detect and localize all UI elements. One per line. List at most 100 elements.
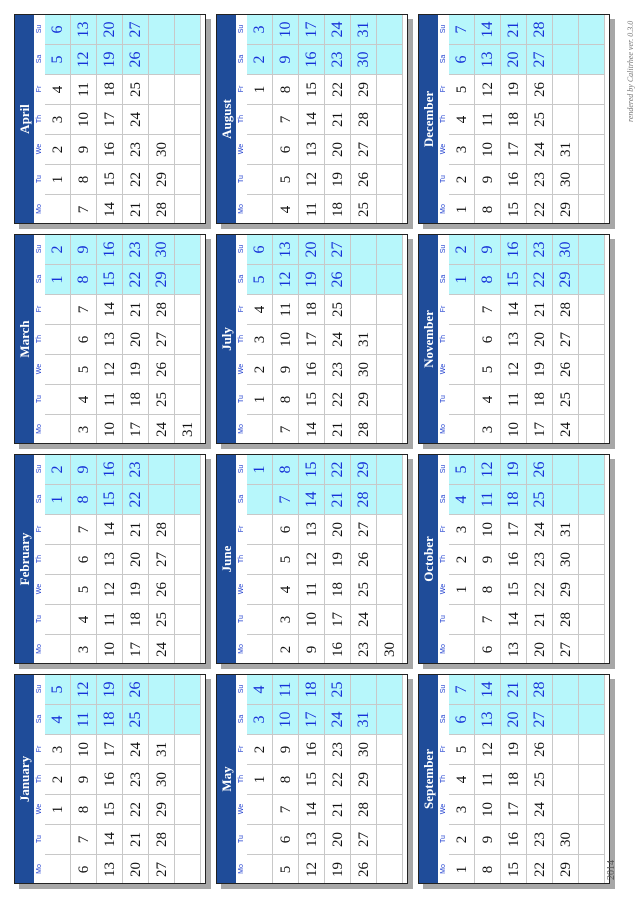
day-cell: 3 [247,324,273,354]
day-cell: 8 [475,854,501,883]
day-cell: 19 [325,854,351,883]
day-cell: 31 [175,414,201,443]
day-cell: 30 [553,544,579,574]
month-april: April Mo Tu We Th Fr Sa Su 1 2 3 4 5 6 7 8 9 10 11 12 13 14 15… [14,14,211,229]
day-cell: 10 [501,414,527,443]
weekend-day-cell: 23 [123,235,149,264]
day-cell: 16 [501,164,527,194]
day-cell: 15 [299,74,325,104]
day-cell: 4 [449,764,475,794]
weekday-label: Su [438,675,449,704]
weekday-label: Th [34,764,45,794]
day-cell: 11 [299,574,325,604]
month-title: November [419,235,438,443]
day-cell: 7 [71,824,97,854]
day-cell: 3 [449,514,475,544]
weekend-day-cell: 29 [149,264,175,294]
month-december: December Mo Tu We Th Fr Sa Su 1 2 3 4 5 6 7 8 9 10 11 12 13 1… [418,14,615,229]
day-cell: 4 [273,194,299,223]
weekday-label: Sa [236,44,247,74]
day-cell: 4 [273,574,299,604]
weekend-day-cell: 1 [45,264,71,294]
day-cell: 28 [351,104,377,134]
weekend-day-cell: 26 [325,264,351,294]
day-cell [377,134,403,164]
day-cell: 7 [273,414,299,443]
day-cell [45,384,71,414]
weekend-day-cell: 27 [527,44,553,74]
day-cell [449,384,475,414]
month-may: May Mo Tu We Th Fr Sa Su 1 2 3 4 5 6 7 8 9 10 11 12 13 14 15 16… [216,674,413,889]
day-cell [45,294,71,324]
day-cell: 14 [501,294,527,324]
day-cell: 17 [501,514,527,544]
day-cell: 11 [299,194,325,223]
weekend-day-cell [579,44,605,74]
day-cell [45,824,71,854]
weekday-label: Sa [438,704,449,734]
day-cell: 19 [325,164,351,194]
day-cell: 9 [475,164,501,194]
day-cell: 29 [553,854,579,883]
weekend-day-cell: 9 [71,235,97,264]
day-cell: 30 [553,824,579,854]
weekend-day-cell [149,15,175,44]
weekend-day-cell: 15 [299,455,325,484]
day-cell [175,384,201,414]
weekend-day-cell [247,484,273,514]
day-cell: 7 [273,104,299,134]
weekend-day-cell [175,235,201,264]
day-cell: 26 [527,74,553,104]
day-cell: 5 [273,164,299,194]
month-title: October [419,455,438,663]
day-cell: 8 [71,164,97,194]
day-cell: 6 [273,514,299,544]
month-card: March Mo Tu We Th Fr Sa Su 1 2 3 4 5 6 7 8 9 10 11 12 13 14 15… [14,234,206,444]
weekend-day-cell: 28 [527,675,553,704]
day-cell [247,634,273,663]
weekend-day-cell: 6 [449,44,475,74]
weekend-day-cell: 13 [475,704,501,734]
month-june: June Mo Tu We Th Fr Sa Su 1 2 3 4 5 6 7 8 9 10 11 12 13 14 15 1… [216,454,413,669]
day-cell: 16 [299,734,325,764]
day-cell [579,634,605,663]
weekend-day-cell: 15 [501,264,527,294]
weekend-day-cell: 2 [45,235,71,264]
day-cell: 8 [475,194,501,223]
day-cell: 11 [475,764,501,794]
day-cell: 18 [527,384,553,414]
day-cell: 22 [527,574,553,604]
weekend-day-cell: 20 [501,44,527,74]
day-cell: 11 [97,384,123,414]
day-cell [377,574,403,604]
month-card: May Mo Tu We Th Fr Sa Su 1 2 3 4 5 6 7 8 9 10 11 12 13 14 15 16… [216,674,408,884]
day-cell [553,74,579,104]
weekday-label: We [438,354,449,384]
day-cell: 15 [299,764,325,794]
day-cell [175,794,201,824]
day-cell [579,324,605,354]
weekday-label: Tu [34,384,45,414]
weekend-day-cell: 30 [351,44,377,74]
month-title: January [15,675,34,883]
day-cell: 10 [475,514,501,544]
month-body: October Mo Tu We Th Fr Sa Su 1 2 3 4 5 6 7 8 9 10 11 12 13 14… [419,455,609,663]
weekend-day-cell [553,675,579,704]
weekend-day-cell [553,484,579,514]
weekday-label: We [34,354,45,384]
day-cell [377,604,403,634]
weekend-day-cell: 10 [273,15,299,44]
weekend-day-cell: 20 [97,15,123,44]
weekend-day-cell: 22 [123,484,149,514]
day-cell [377,794,403,824]
weekday-label: Sa [34,264,45,294]
day-cell: 18 [501,764,527,794]
day-cell: 31 [351,324,377,354]
day-cell [579,604,605,634]
weekday-label: We [236,574,247,604]
day-cell [377,164,403,194]
day-cell: 1 [247,764,273,794]
month-title: April [15,15,34,223]
day-cell: 1 [247,74,273,104]
day-cell: 7 [475,294,501,324]
